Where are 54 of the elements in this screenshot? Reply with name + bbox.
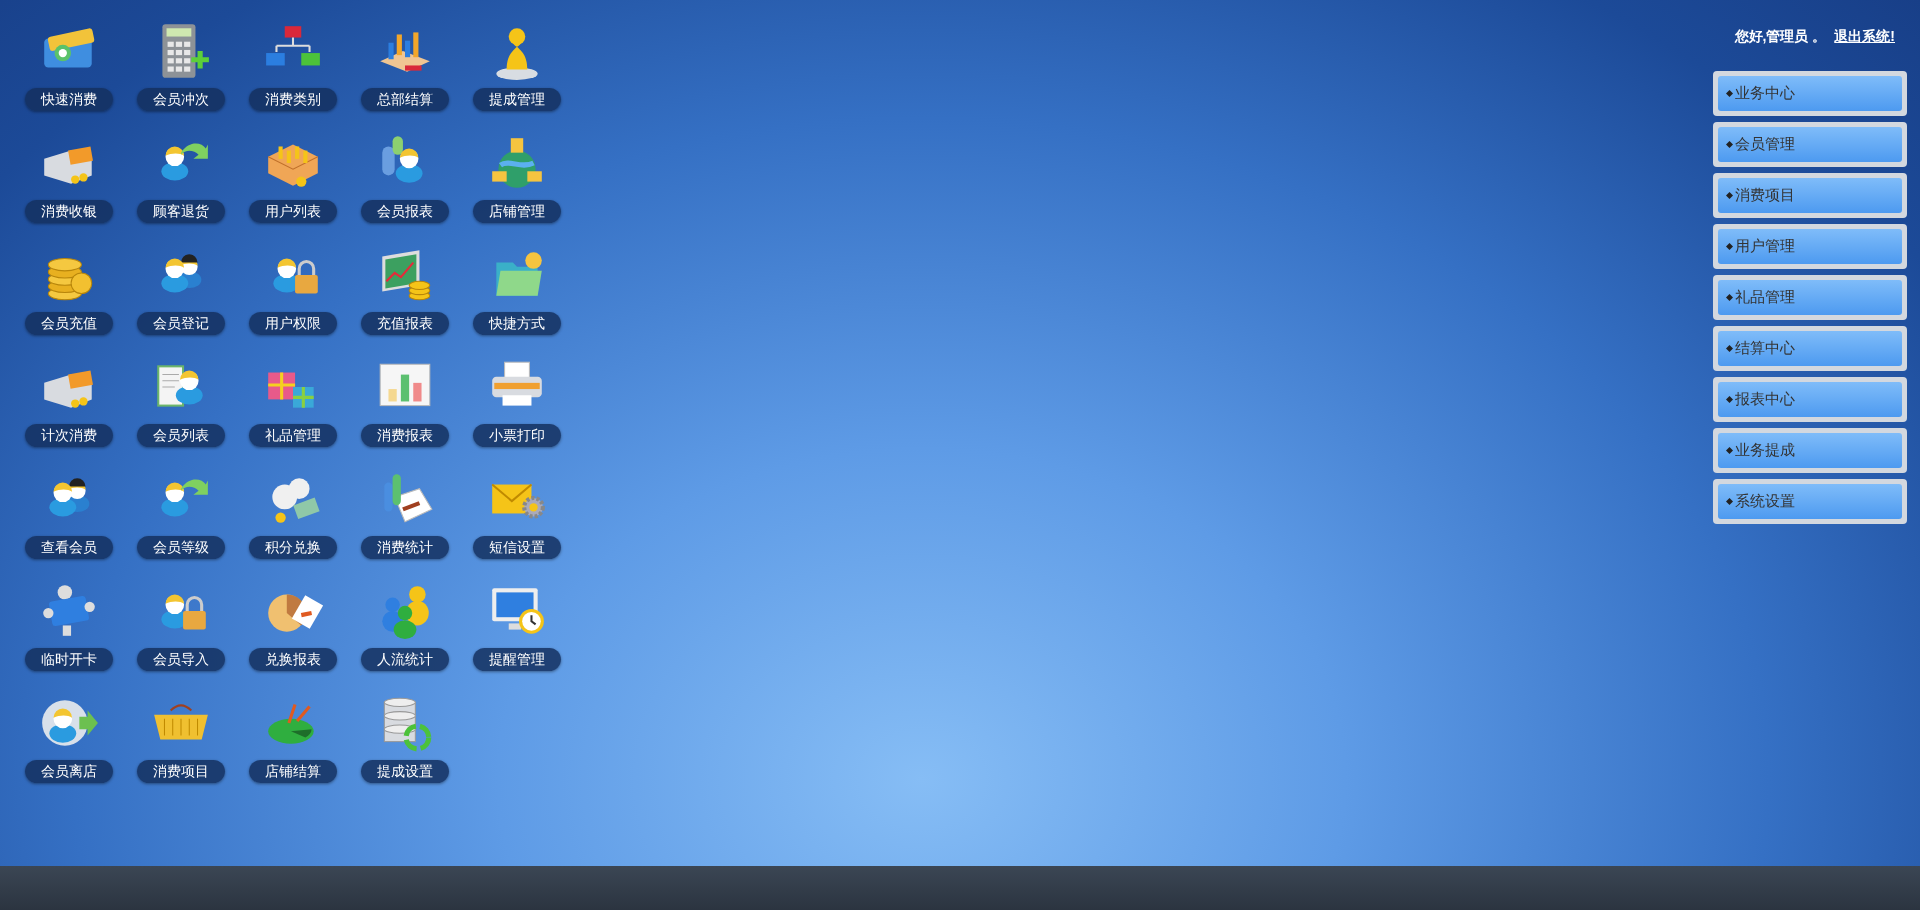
shortcut-label[interactable]: 短信设置 [473, 536, 561, 559]
shortcut-label[interactable]: 会员充值 [25, 312, 113, 335]
shortcut-label[interactable]: 消费收银 [25, 200, 113, 223]
shortcut-label[interactable]: 会员导入 [137, 648, 225, 671]
shortcut-label[interactable]: 会员报表 [361, 200, 449, 223]
shortcut-label[interactable]: 会员冲次 [137, 88, 225, 111]
diamond-icon [1726, 345, 1733, 352]
shortcut-label[interactable]: 店铺管理 [473, 200, 561, 223]
shortcut-label[interactable]: 用户权限 [249, 312, 337, 335]
shortcut-label[interactable]: 消费报表 [361, 424, 449, 447]
diamond-icon [1726, 498, 1733, 505]
shortcut-label[interactable]: 顾客退货 [137, 200, 225, 223]
shortcut-label[interactable]: 总部结算 [361, 88, 449, 111]
shortcut-label[interactable]: 快速消费 [25, 88, 113, 111]
shortcut-label[interactable]: 会员登记 [137, 312, 225, 335]
shortcut-label[interactable]: 提醒管理 [473, 648, 561, 671]
shortcut-label[interactable]: 充值报表 [361, 312, 449, 335]
shortcut-label[interactable]: 临时开卡 [25, 648, 113, 671]
menu-button[interactable]: 业务提成 [1718, 433, 1902, 468]
diamond-icon [1726, 192, 1733, 199]
shortcut-label[interactable]: 会员离店 [25, 760, 113, 783]
shortcut-label[interactable]: 人流统计 [361, 648, 449, 671]
menu-button[interactable]: 业务中心 [1718, 76, 1902, 111]
logout-link[interactable]: 退出系统! [1834, 26, 1895, 47]
menu-button[interactable]: 用户管理 [1718, 229, 1902, 264]
diamond-icon [1726, 447, 1733, 454]
shortcut-label[interactable]: 积分兑换 [249, 536, 337, 559]
menu-button[interactable]: 结算中心 [1718, 331, 1902, 366]
menu-button[interactable]: 消费项目 [1718, 178, 1902, 213]
menu-button[interactable]: 系统设置 [1718, 484, 1902, 519]
shortcut-label[interactable]: 消费项目 [137, 760, 225, 783]
diamond-icon [1726, 243, 1733, 250]
menu-button[interactable]: 会员管理 [1718, 127, 1902, 162]
diamond-icon [1726, 396, 1733, 403]
shortcut-label[interactable]: 会员列表 [137, 424, 225, 447]
shortcut-label[interactable]: 快捷方式 [473, 312, 561, 335]
shortcut-label[interactable]: 消费统计 [361, 536, 449, 559]
shortcut-label[interactable]: 提成设置 [361, 760, 449, 783]
shortcut-label[interactable]: 提成管理 [473, 88, 561, 111]
diamond-icon [1726, 294, 1733, 301]
shortcut-label[interactable]: 店铺结算 [249, 760, 337, 783]
shortcut-label[interactable]: 用户列表 [249, 200, 337, 223]
shortcut-label[interactable]: 计次消费 [25, 424, 113, 447]
shortcut-label[interactable]: 查看会员 [25, 536, 113, 559]
shortcut-label[interactable]: 兑换报表 [249, 648, 337, 671]
diamond-icon [1726, 90, 1733, 97]
menu-button[interactable]: 礼品管理 [1718, 280, 1902, 315]
shortcut-label[interactable]: 会员等级 [137, 536, 225, 559]
shortcut-label[interactable]: 小票打印 [473, 424, 561, 447]
diamond-icon [1726, 141, 1733, 148]
greeting-text: 您好,管理员 。 [1734, 27, 1827, 46]
menu-button[interactable]: 报表中心 [1718, 382, 1902, 417]
shortcut-label[interactable]: 礼品管理 [249, 424, 337, 447]
shortcut-label[interactable]: 消费类别 [249, 88, 337, 111]
